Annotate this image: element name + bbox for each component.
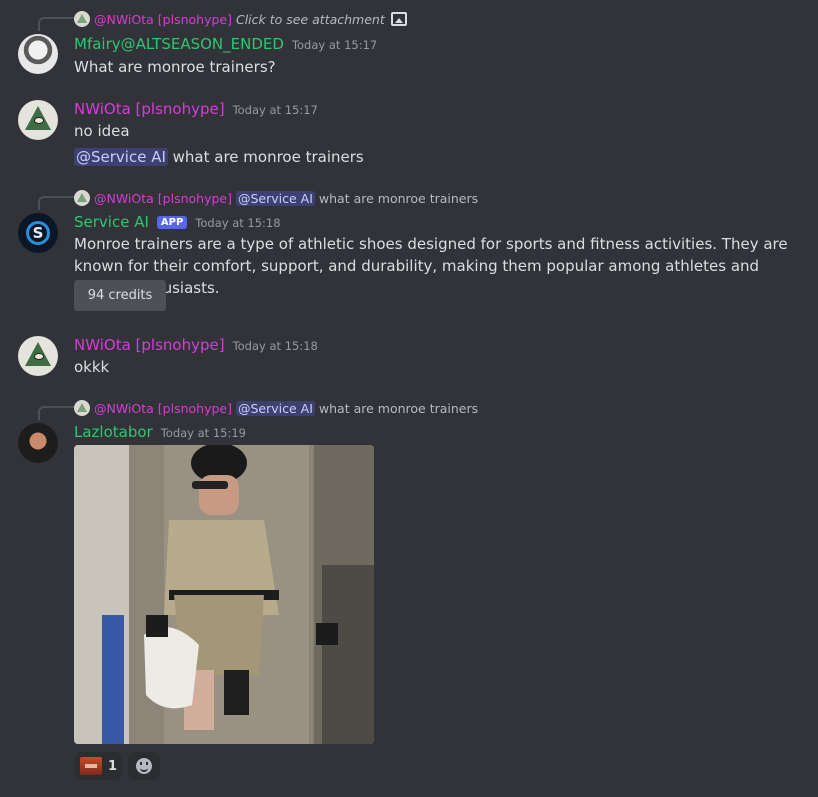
reply-avatar — [74, 400, 90, 416]
message-header: Lazlotabor Today at 15:19 — [74, 423, 246, 441]
user-mention[interactable]: @Service AI — [74, 148, 168, 166]
timestamp[interactable]: Today at 15:19 — [161, 426, 246, 440]
reply-text[interactable]: Click to see attachment — [236, 12, 385, 27]
reaction-chip[interactable]: 1 — [74, 752, 122, 780]
author-name[interactable]: Lazlotabor — [74, 423, 153, 441]
image-icon — [390, 12, 407, 26]
reply-connector — [38, 196, 74, 210]
reply-text[interactable]: what are monroe trainers — [319, 191, 478, 206]
message-header: NWiOta [plsnohype] Today at 15:17 — [74, 100, 318, 118]
timestamp[interactable]: Today at 15:17 — [233, 103, 318, 117]
reply-preview[interactable]: @NWiOta [plsnohype] @Service AI what are… — [74, 399, 478, 417]
add-reaction-button[interactable] — [128, 752, 160, 780]
reaction-emoji-icon — [80, 757, 102, 775]
reply-preview[interactable]: @NWiOta [plsnohype] @Service AI what are… — [74, 189, 478, 207]
message-text: what are monroe trainers — [167, 148, 364, 166]
timestamp[interactable]: Today at 15:18 — [195, 216, 280, 230]
message-header: Mfairy@ALTSEASON_ENDED Today at 15:17 — [74, 35, 377, 53]
reply-author[interactable]: @NWiOta [plsnohype] — [94, 191, 232, 206]
author-name[interactable]: NWiOta [plsnohype] — [74, 100, 225, 118]
message-content: Monroe trainers are a type of athletic s… — [74, 235, 788, 297]
author-name[interactable]: Mfairy@ALTSEASON_ENDED — [74, 35, 284, 53]
avatar[interactable] — [18, 100, 58, 140]
timestamp[interactable]: Today at 15:18 — [233, 339, 318, 353]
gif-attachment[interactable] — [74, 445, 374, 744]
timestamp[interactable]: Today at 15:17 — [292, 38, 377, 52]
reply-avatar — [74, 11, 90, 27]
message-content: no idea — [74, 122, 130, 140]
reply-connector — [38, 17, 74, 31]
avatar[interactable] — [18, 34, 58, 74]
gif-image — [74, 445, 374, 744]
author-name[interactable]: NWiOta [plsnohype] — [74, 336, 225, 354]
message-content: okkk — [74, 358, 110, 376]
message-content: @Service AI what are monroe trainers — [74, 146, 364, 168]
avatar[interactable] — [18, 423, 58, 463]
reply-text[interactable]: what are monroe trainers — [319, 401, 478, 416]
avatar[interactable] — [18, 213, 58, 253]
reply-mention[interactable]: @Service AI — [235, 400, 315, 416]
smile-icon — [136, 758, 152, 774]
message-header: NWiOta [plsnohype] Today at 15:18 — [74, 336, 318, 354]
reply-connector — [38, 406, 74, 420]
reply-avatar — [74, 190, 90, 206]
app-badge: APP — [156, 216, 188, 229]
reply-author[interactable]: @NWiOta [plsnohype] — [94, 401, 232, 416]
message-header: Service AI APP Today at 15:18 — [74, 213, 281, 231]
avatar[interactable] — [18, 336, 58, 376]
reply-preview[interactable]: @NWiOta [plsnohype] Click to see attachm… — [74, 10, 407, 28]
author-name[interactable]: Service AI — [74, 213, 149, 231]
reply-author[interactable]: @NWiOta [plsnohype] — [94, 12, 232, 27]
credits-button[interactable]: 94 credits — [74, 280, 166, 311]
message-content: What are monroe trainers? — [74, 58, 276, 76]
reply-mention[interactable]: @Service AI — [235, 190, 315, 206]
reaction-count: 1 — [108, 758, 118, 774]
